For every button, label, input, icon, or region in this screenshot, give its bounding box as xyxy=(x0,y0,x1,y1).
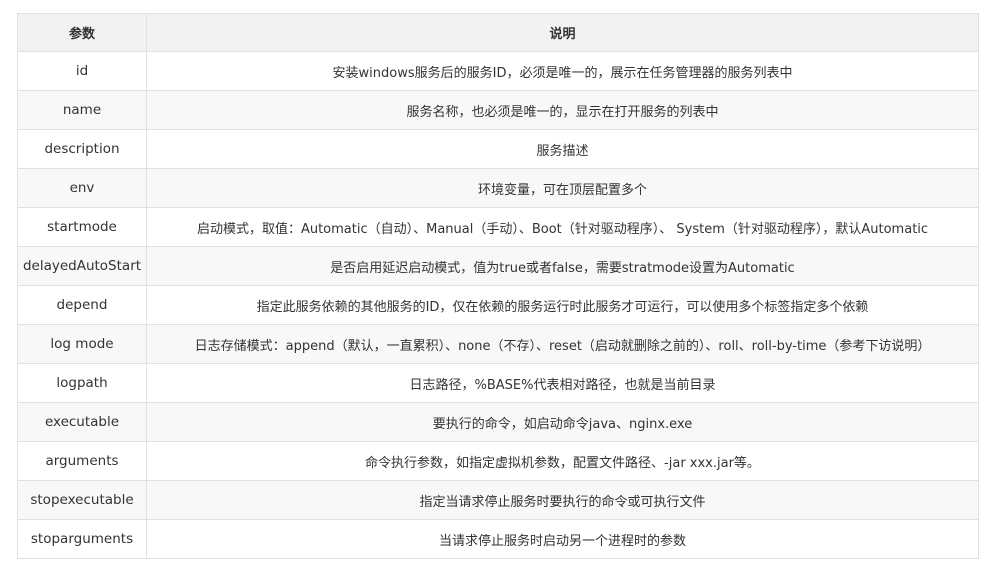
table-row: description 服务描述 xyxy=(17,129,979,169)
description-cell: 指定此服务依赖的其他服务的ID，仅在依赖的服务运行时此服务才可运行，可以使用多个… xyxy=(146,285,979,325)
table-row: id 安装windows服务后的服务ID，必须是唯一的，展示在任务管理器的服务列… xyxy=(17,51,979,91)
description-cell: 指定当请求停止服务时要执行的命令或可执行文件 xyxy=(146,480,979,520)
table-row: stoparguments 当请求停止服务时启动另一个进程时的参数 xyxy=(17,519,979,559)
header-param: 参数 xyxy=(17,13,147,52)
table-row: env 环境变量，可在顶层配置多个 xyxy=(17,168,979,208)
param-cell: env xyxy=(17,168,147,208)
table-row: depend 指定此服务依赖的其他服务的ID，仅在依赖的服务运行时此服务才可运行… xyxy=(17,285,979,325)
description-cell: 命令执行参数，如指定虚拟机参数，配置文件路径、-jar xxx.jar等。 xyxy=(146,441,979,481)
param-cell: stoparguments xyxy=(17,519,147,559)
param-cell: name xyxy=(17,90,147,130)
description-cell: 日志存储模式：append（默认，一直累积）、none（不存）、reset（启动… xyxy=(146,324,979,364)
parameter-table-container: 参数 说明 id 安装windows服务后的服务ID，必须是唯一的，展示在任务管… xyxy=(17,13,979,559)
param-cell: depend xyxy=(17,285,147,325)
param-cell: executable xyxy=(17,402,147,442)
description-cell: 日志路径，%BASE%代表相对路径，也就是当前目录 xyxy=(146,363,979,403)
param-cell: logpath xyxy=(17,363,147,403)
description-cell: 服务名称，也必须是唯一的，显示在打开服务的列表中 xyxy=(146,90,979,130)
description-cell: 环境变量，可在顶层配置多个 xyxy=(146,168,979,208)
param-cell: delayedAutoStart xyxy=(17,246,147,286)
table-header-row: 参数 说明 xyxy=(17,13,979,52)
table-row: delayedAutoStart 是否启用延迟启动模式，值为true或者fals… xyxy=(17,246,979,286)
table-row: logpath 日志路径，%BASE%代表相对路径，也就是当前目录 xyxy=(17,363,979,403)
param-cell: log mode xyxy=(17,324,147,364)
param-cell: startmode xyxy=(17,207,147,247)
header-description: 说明 xyxy=(146,13,979,52)
description-cell: 安装windows服务后的服务ID，必须是唯一的，展示在任务管理器的服务列表中 xyxy=(146,51,979,91)
parameter-table: 参数 说明 id 安装windows服务后的服务ID，必须是唯一的，展示在任务管… xyxy=(17,13,979,559)
table-row: name 服务名称，也必须是唯一的，显示在打开服务的列表中 xyxy=(17,90,979,130)
param-cell: id xyxy=(17,51,147,91)
table-row: arguments 命令执行参数，如指定虚拟机参数，配置文件路径、-jar xx… xyxy=(17,441,979,481)
description-cell: 服务描述 xyxy=(146,129,979,169)
table-row: stopexecutable 指定当请求停止服务时要执行的命令或可执行文件 xyxy=(17,480,979,520)
table-row: executable 要执行的命令，如启动命令java、nginx.exe xyxy=(17,402,979,442)
description-cell: 当请求停止服务时启动另一个进程时的参数 xyxy=(146,519,979,559)
description-cell: 是否启用延迟启动模式，值为true或者false，需要stratmode设置为A… xyxy=(146,246,979,286)
table-row: log mode 日志存储模式：append（默认，一直累积）、none（不存）… xyxy=(17,324,979,364)
table-row: startmode 启动模式，取值：Automatic（自动）、Manual（手… xyxy=(17,207,979,247)
description-cell: 要执行的命令，如启动命令java、nginx.exe xyxy=(146,402,979,442)
description-cell: 启动模式，取值：Automatic（自动）、Manual（手动）、Boot（针对… xyxy=(146,207,979,247)
param-cell: description xyxy=(17,129,147,169)
param-cell: stopexecutable xyxy=(17,480,147,520)
param-cell: arguments xyxy=(17,441,147,481)
